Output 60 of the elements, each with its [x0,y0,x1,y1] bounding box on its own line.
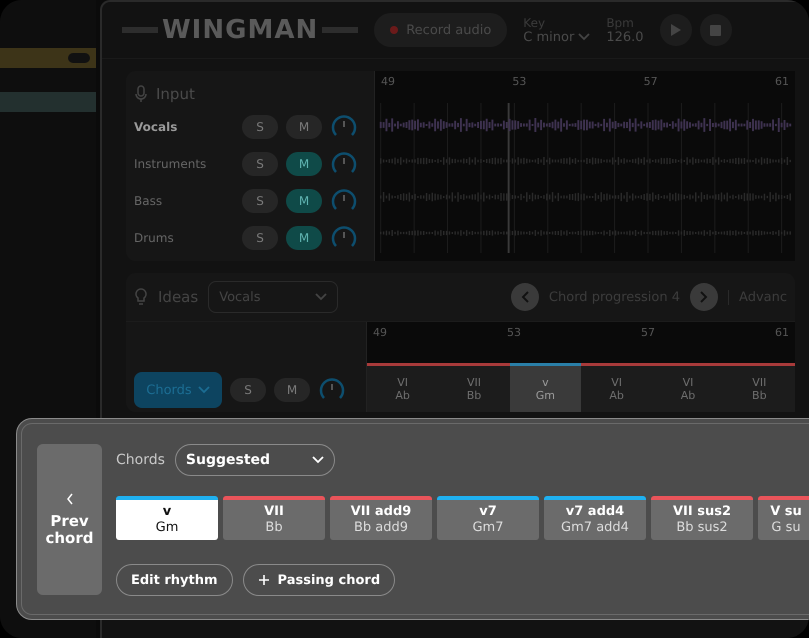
chevron-down-icon [198,386,210,394]
edit-rhythm-button[interactable]: Edit rhythm [116,564,233,596]
stop-button[interactable] [700,14,732,46]
chevron-right-icon [700,291,708,303]
mute-button[interactable]: M [286,114,322,138]
chevron-left-icon [520,291,529,303]
chord-block[interactable]: VI Ab [652,363,724,412]
bar-number: 49 [381,75,395,90]
bar-number: 57 [644,75,658,90]
chevron-left-icon [66,493,74,505]
track-name: Vocals [134,120,178,134]
lightbulb-icon [134,288,148,306]
chords-filter-select[interactable]: Suggested [174,444,335,476]
chevron-down-icon [312,456,324,464]
mute-button[interactable]: M [286,152,322,176]
chord-option[interactable]: v Gm [116,496,218,540]
track-name: Bass [134,194,164,208]
chords-label: Chords [116,452,165,468]
bar-number: 53 [507,326,521,341]
chord-option[interactable]: VII Bb [223,496,325,540]
play-button[interactable] [660,14,692,46]
bar-number: 53 [512,75,526,90]
chord-block[interactable]: v Gm [510,363,581,412]
solo-button[interactable]: S [230,378,266,402]
bar-number: 49 [373,326,387,341]
chord-option[interactable]: v7 add4 Gm7 add4 [544,496,646,540]
chord-option[interactable]: v7 Gm7 [437,496,539,540]
record-dot-icon [390,26,398,34]
plus-icon [258,574,270,586]
key-value[interactable]: C minor [523,30,574,44]
chord-option[interactable]: VII sus2 Bb sus2 [651,496,753,540]
passing-chord-button[interactable]: Passing chord [242,564,396,596]
badge-shape [68,53,90,63]
previous-progression-button[interactable] [510,283,539,311]
play-icon [670,23,682,37]
solo-button[interactable]: S [242,226,278,250]
microphone-icon [134,85,148,103]
solo-button[interactable]: S [242,114,278,138]
mute-button[interactable]: M [274,378,310,402]
bar-number: 61 [774,75,789,90]
solo-button[interactable]: S [242,152,278,176]
next-progression-button[interactable] [690,283,718,311]
stop-icon [710,24,722,36]
chord-option[interactable]: VII add9 Bb add9 [330,496,432,540]
chord-block[interactable]: VI Ab [580,363,652,412]
bar-number: 57 [641,326,655,341]
chord-block[interactable]: VII Bb [724,363,795,412]
bar-number: 61 [775,326,789,341]
chord-block[interactable]: VII Bb [438,363,510,412]
track-name: Drums [134,230,175,244]
mute-button[interactable]: M [286,226,322,250]
prev-chord-button[interactable]: Prev chord [37,444,102,595]
solo-button[interactable]: S [242,188,278,212]
chevron-down-icon [315,293,328,301]
mute-button[interactable]: M [286,188,322,212]
chevron-down-icon [578,33,590,41]
track-name: Instruments [134,156,208,170]
bpm-value[interactable]: 126.0 [606,30,644,44]
chord-block[interactable]: VI Ab [367,363,438,412]
chord-option[interactable]: V su G su [758,496,809,540]
